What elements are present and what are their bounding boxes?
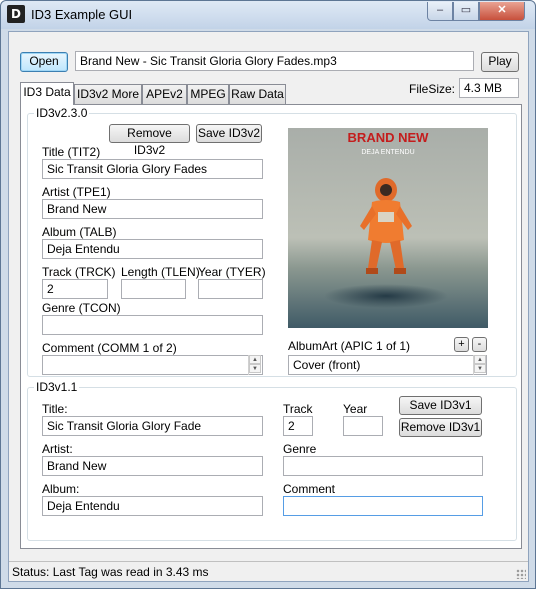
id3-data-panel: ID3v2.3.0 Remove ID3v2 Save ID3v2 Title …: [20, 104, 522, 549]
track-trck-label: Track (TRCK): [42, 265, 116, 279]
save-id3v1-button[interactable]: Save ID3v1: [399, 396, 482, 415]
title-tit2-field[interactable]: Sic Transit Gloria Glory Fades: [42, 159, 263, 179]
status-bar: Status: Last Tag was read in 3.43 ms: [9, 561, 528, 581]
minimize-button[interactable]: ‒: [427, 2, 453, 21]
albumart-spinner[interactable]: ▲ ▼: [473, 355, 486, 375]
v1-title-field[interactable]: Sic Transit Gloria Glory Fade: [42, 416, 263, 436]
artist-tpe1-label: Artist (TPE1): [42, 185, 111, 199]
chevron-up-icon[interactable]: ▲: [474, 355, 486, 364]
v1-album-field[interactable]: Deja Entendu: [42, 496, 263, 516]
add-picture-button[interactable]: +: [454, 337, 469, 352]
remove-id3v2-button[interactable]: Remove ID3v2: [109, 124, 190, 157]
cover-album-text: DEJA ENTENDU: [361, 149, 414, 156]
year-tyer-label: Year (TYER): [198, 265, 266, 279]
artist-tpe1-field[interactable]: Brand New: [42, 199, 263, 219]
title-bar[interactable]: D ID3 Example GUI ‒ ▭ ✕: [1, 1, 535, 29]
genre-tcon-label: Genre (TCON): [42, 301, 121, 315]
app-window: D ID3 Example GUI ‒ ▭ ✕ Open Brand New -…: [0, 0, 536, 589]
tab-apev2[interactable]: APEv2: [142, 84, 187, 104]
v1-track-label: Track: [283, 402, 313, 416]
v1-genre-field[interactable]: [283, 456, 483, 476]
albumart-apic-label: AlbumArt (APIC 1 of 1): [288, 339, 411, 353]
comment-comm-label: Comment (COMM 1 of 2): [42, 341, 177, 355]
v1-track-field[interactable]: 2: [283, 416, 313, 436]
v1-year-field[interactable]: [343, 416, 383, 436]
v1-album-label: Album:: [42, 482, 80, 496]
v1-comment-label: Comment: [283, 482, 336, 496]
comment-spinner[interactable]: ▲ ▼: [248, 355, 261, 375]
genre-tcon-field[interactable]: [42, 315, 263, 335]
tab-id3-data[interactable]: ID3 Data: [20, 82, 74, 105]
album-talb-label: Album (TALB): [42, 225, 117, 239]
length-tlen-label: Length (TLEN): [121, 265, 200, 279]
remove-picture-button[interactable]: -: [472, 337, 487, 352]
year-tyer-field[interactable]: [198, 279, 263, 299]
chevron-up-icon[interactable]: ▲: [249, 355, 261, 364]
title-tit2-label: Title (TIT2): [42, 145, 101, 159]
album-cover-graphic: BRAND NEW DEJA ENTENDU: [288, 128, 488, 328]
file-path-field[interactable]: Brand New - Sic Transit Gloria Glory Fad…: [75, 51, 474, 71]
filesize-field: 4.3 MB: [459, 78, 519, 98]
client-area: Open Brand New - Sic Transit Gloria Glor…: [8, 31, 529, 582]
v1-artist-field[interactable]: Brand New: [42, 456, 263, 476]
id3v2-legend: ID3v2.3.0: [34, 106, 90, 120]
v1-genre-label: Genre: [283, 442, 317, 456]
album-art-image: BRAND NEW DEJA ENTENDU: [288, 128, 488, 328]
remove-id3v1-button[interactable]: Remove ID3v1: [399, 418, 482, 437]
save-id3v2-button[interactable]: Save ID3v2: [196, 124, 262, 143]
album-talb-field[interactable]: Deja Entendu: [42, 239, 263, 259]
id3v2-group: ID3v2.3.0 Remove ID3v2 Save ID3v2 Title …: [27, 106, 517, 377]
tab-id3v2-more[interactable]: ID3v2 More: [74, 84, 142, 104]
v1-title-label: Title:: [42, 402, 68, 416]
comment-comm-field[interactable]: [42, 355, 263, 375]
chevron-down-icon[interactable]: ▼: [474, 364, 486, 373]
v1-artist-label: Artist:: [42, 442, 73, 456]
app-icon: D: [7, 5, 25, 23]
maximize-button[interactable]: ▭: [453, 2, 479, 21]
v1-year-label: Year: [343, 402, 368, 416]
id3v1-legend: ID3v1.1: [34, 380, 80, 394]
v1-comment-field[interactable]: [283, 496, 483, 516]
cover-band-text: BRAND NEW: [348, 130, 430, 145]
filesize-label: FileSize:: [409, 82, 456, 96]
length-tlen-field[interactable]: [121, 279, 186, 299]
close-button[interactable]: ✕: [479, 2, 525, 21]
open-button[interactable]: Open: [20, 52, 68, 72]
play-button[interactable]: Play: [481, 52, 519, 72]
window-title: ID3 Example GUI: [31, 7, 133, 22]
tab-raw-data[interactable]: Raw Data: [229, 84, 286, 104]
track-trck-field[interactable]: 2: [42, 279, 108, 299]
tab-mpeg[interactable]: MPEG: [187, 84, 229, 104]
resize-grip-icon[interactable]: [516, 569, 526, 579]
status-text: Status: Last Tag was read in 3.43 ms: [12, 565, 209, 579]
albumart-type-field[interactable]: Cover (front): [288, 355, 487, 375]
chevron-down-icon[interactable]: ▼: [249, 364, 261, 373]
id3v1-group: ID3v1.1 Title: Sic Transit Gloria Glory …: [27, 380, 517, 541]
